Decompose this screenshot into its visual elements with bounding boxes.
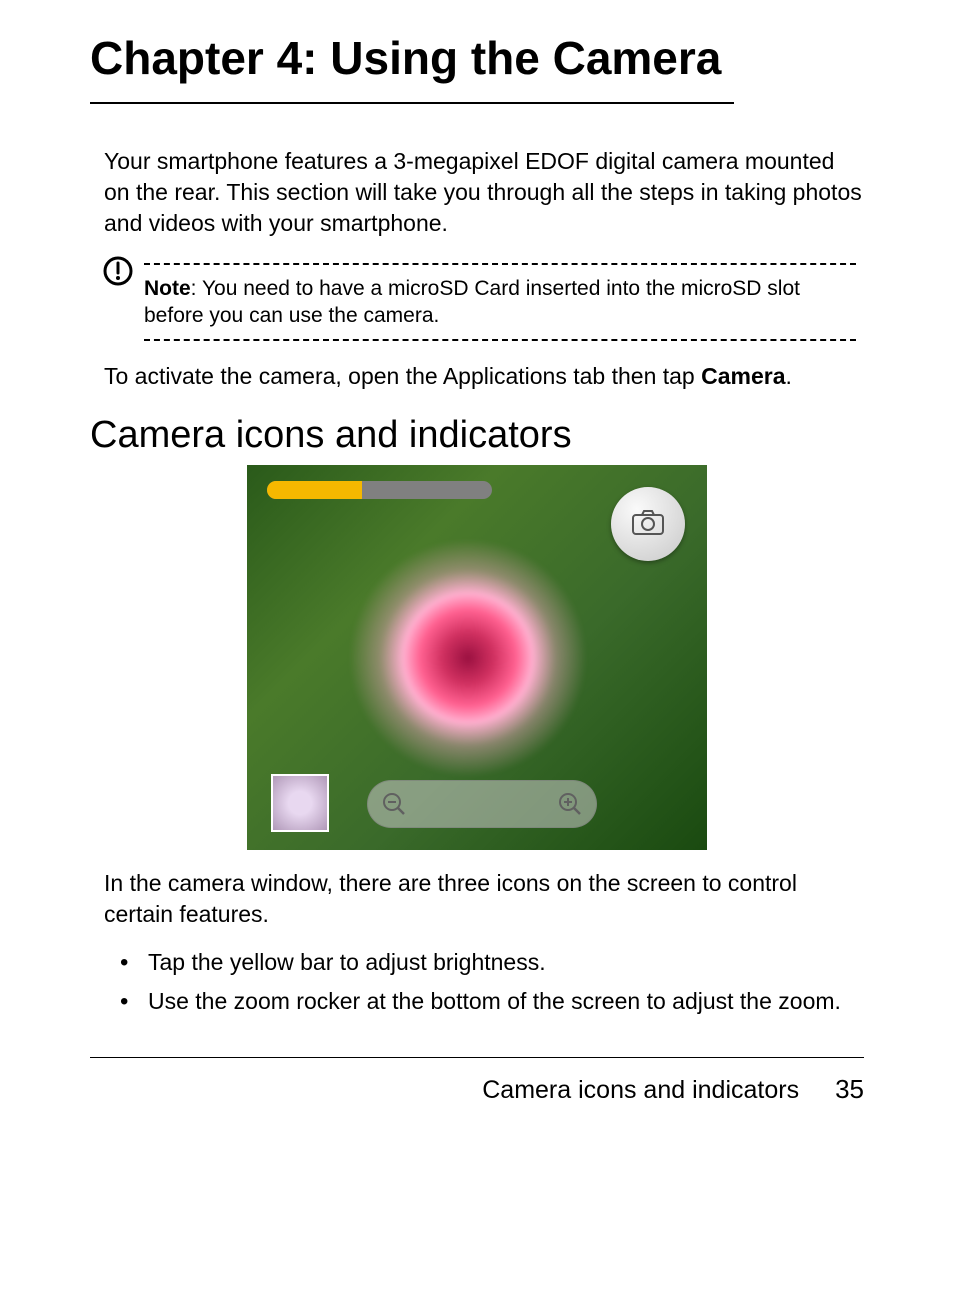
screenshot-description: In the camera window, there are three ic… <box>90 868 864 930</box>
footer-section-label: Camera icons and indicators <box>482 1076 799 1105</box>
note-block: Note: You need to have a microSD Card in… <box>102 263 856 342</box>
camera-viewfinder <box>247 465 707 850</box>
chapter-title: Chapter 4: Using the Camera <box>90 30 734 104</box>
page-number: 35 <box>835 1074 864 1105</box>
section-heading: Camera icons and indicators <box>90 414 864 457</box>
shutter-button[interactable] <box>611 487 685 561</box>
camera-screenshot-figure <box>90 465 864 850</box>
note-text: : You need to have a microSD Card insert… <box>144 277 800 327</box>
brightness-bar[interactable] <box>267 481 492 499</box>
brightness-fill <box>267 481 362 499</box>
bullet-item: Tap the yellow bar to adjust brightness. <box>120 946 864 978</box>
activate-post: . <box>786 363 792 389</box>
activate-instruction: To activate the camera, open the Applica… <box>90 361 864 392</box>
intro-paragraph: Your smartphone features a 3-megapixel E… <box>90 146 864 239</box>
gallery-thumbnail[interactable] <box>271 774 329 832</box>
feature-bullets: Tap the yellow bar to adjust brightness.… <box>90 946 864 1016</box>
activate-bold: Camera <box>701 363 785 389</box>
zoom-out-icon[interactable] <box>380 790 408 818</box>
note-content: Note: You need to have a microSD Card in… <box>144 263 856 342</box>
camera-icon <box>631 508 665 541</box>
photo-subject <box>348 538 588 778</box>
bullet-item: Use the zoom rocker at the bottom of the… <box>120 985 864 1017</box>
note-label: Note <box>144 277 191 300</box>
zoom-in-icon[interactable] <box>556 790 584 818</box>
activate-pre: To activate the camera, open the Applica… <box>104 363 701 389</box>
page-footer: Camera icons and indicators 35 <box>90 1057 864 1105</box>
important-icon <box>102 255 134 292</box>
zoom-rocker[interactable] <box>367 780 597 828</box>
